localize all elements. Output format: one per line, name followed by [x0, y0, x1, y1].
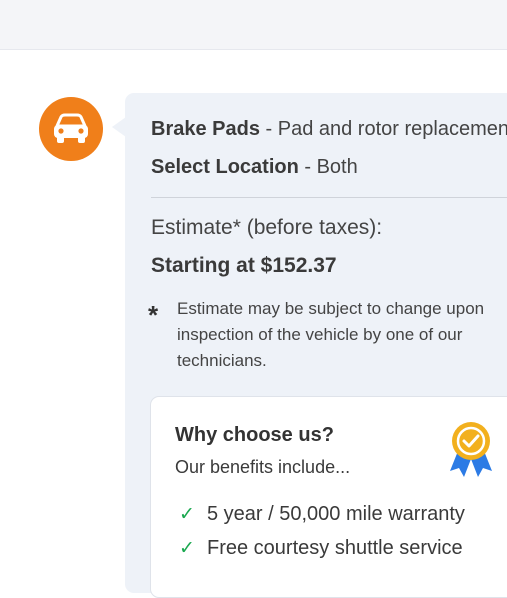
service-line: Brake Pads - Pad and rotor replacement	[151, 118, 507, 141]
benefit-text: Free courtesy shuttle service	[207, 537, 463, 559]
award-ribbon-icon	[450, 422, 492, 477]
car-icon	[54, 113, 88, 143]
location-line: Select Location - Both	[151, 156, 358, 179]
checkmark-icon: ✓	[179, 538, 195, 559]
assistant-avatar	[39, 97, 103, 161]
benefits-subtitle: Our benefits include...	[175, 457, 351, 477]
benefit-text: 5 year / 50,000 mile warranty	[207, 503, 465, 525]
service-name: Brake Pads	[151, 118, 260, 140]
checkmark-icon: ✓	[179, 504, 195, 525]
divider	[151, 197, 507, 198]
benefit-item: ✓ Free courtesy shuttle service	[179, 537, 463, 560]
message-bubble-tail	[112, 117, 126, 137]
service-description: - Pad and rotor replacement	[259, 118, 507, 140]
location-label: Select Location	[151, 156, 299, 178]
location-value: - Both	[298, 156, 358, 178]
asterisk-icon: *	[148, 300, 159, 330]
estimate-note: Estimate may be subject to change upon i…	[177, 299, 485, 370]
estimate-price: Starting at $152.37	[151, 254, 337, 277]
benefit-item: ✓ 5 year / 50,000 mile warranty	[179, 503, 465, 526]
benefits-title: Why choose us?	[175, 424, 334, 446]
header-band	[0, 0, 507, 50]
estimate-label: Estimate* (before taxes):	[151, 216, 383, 239]
